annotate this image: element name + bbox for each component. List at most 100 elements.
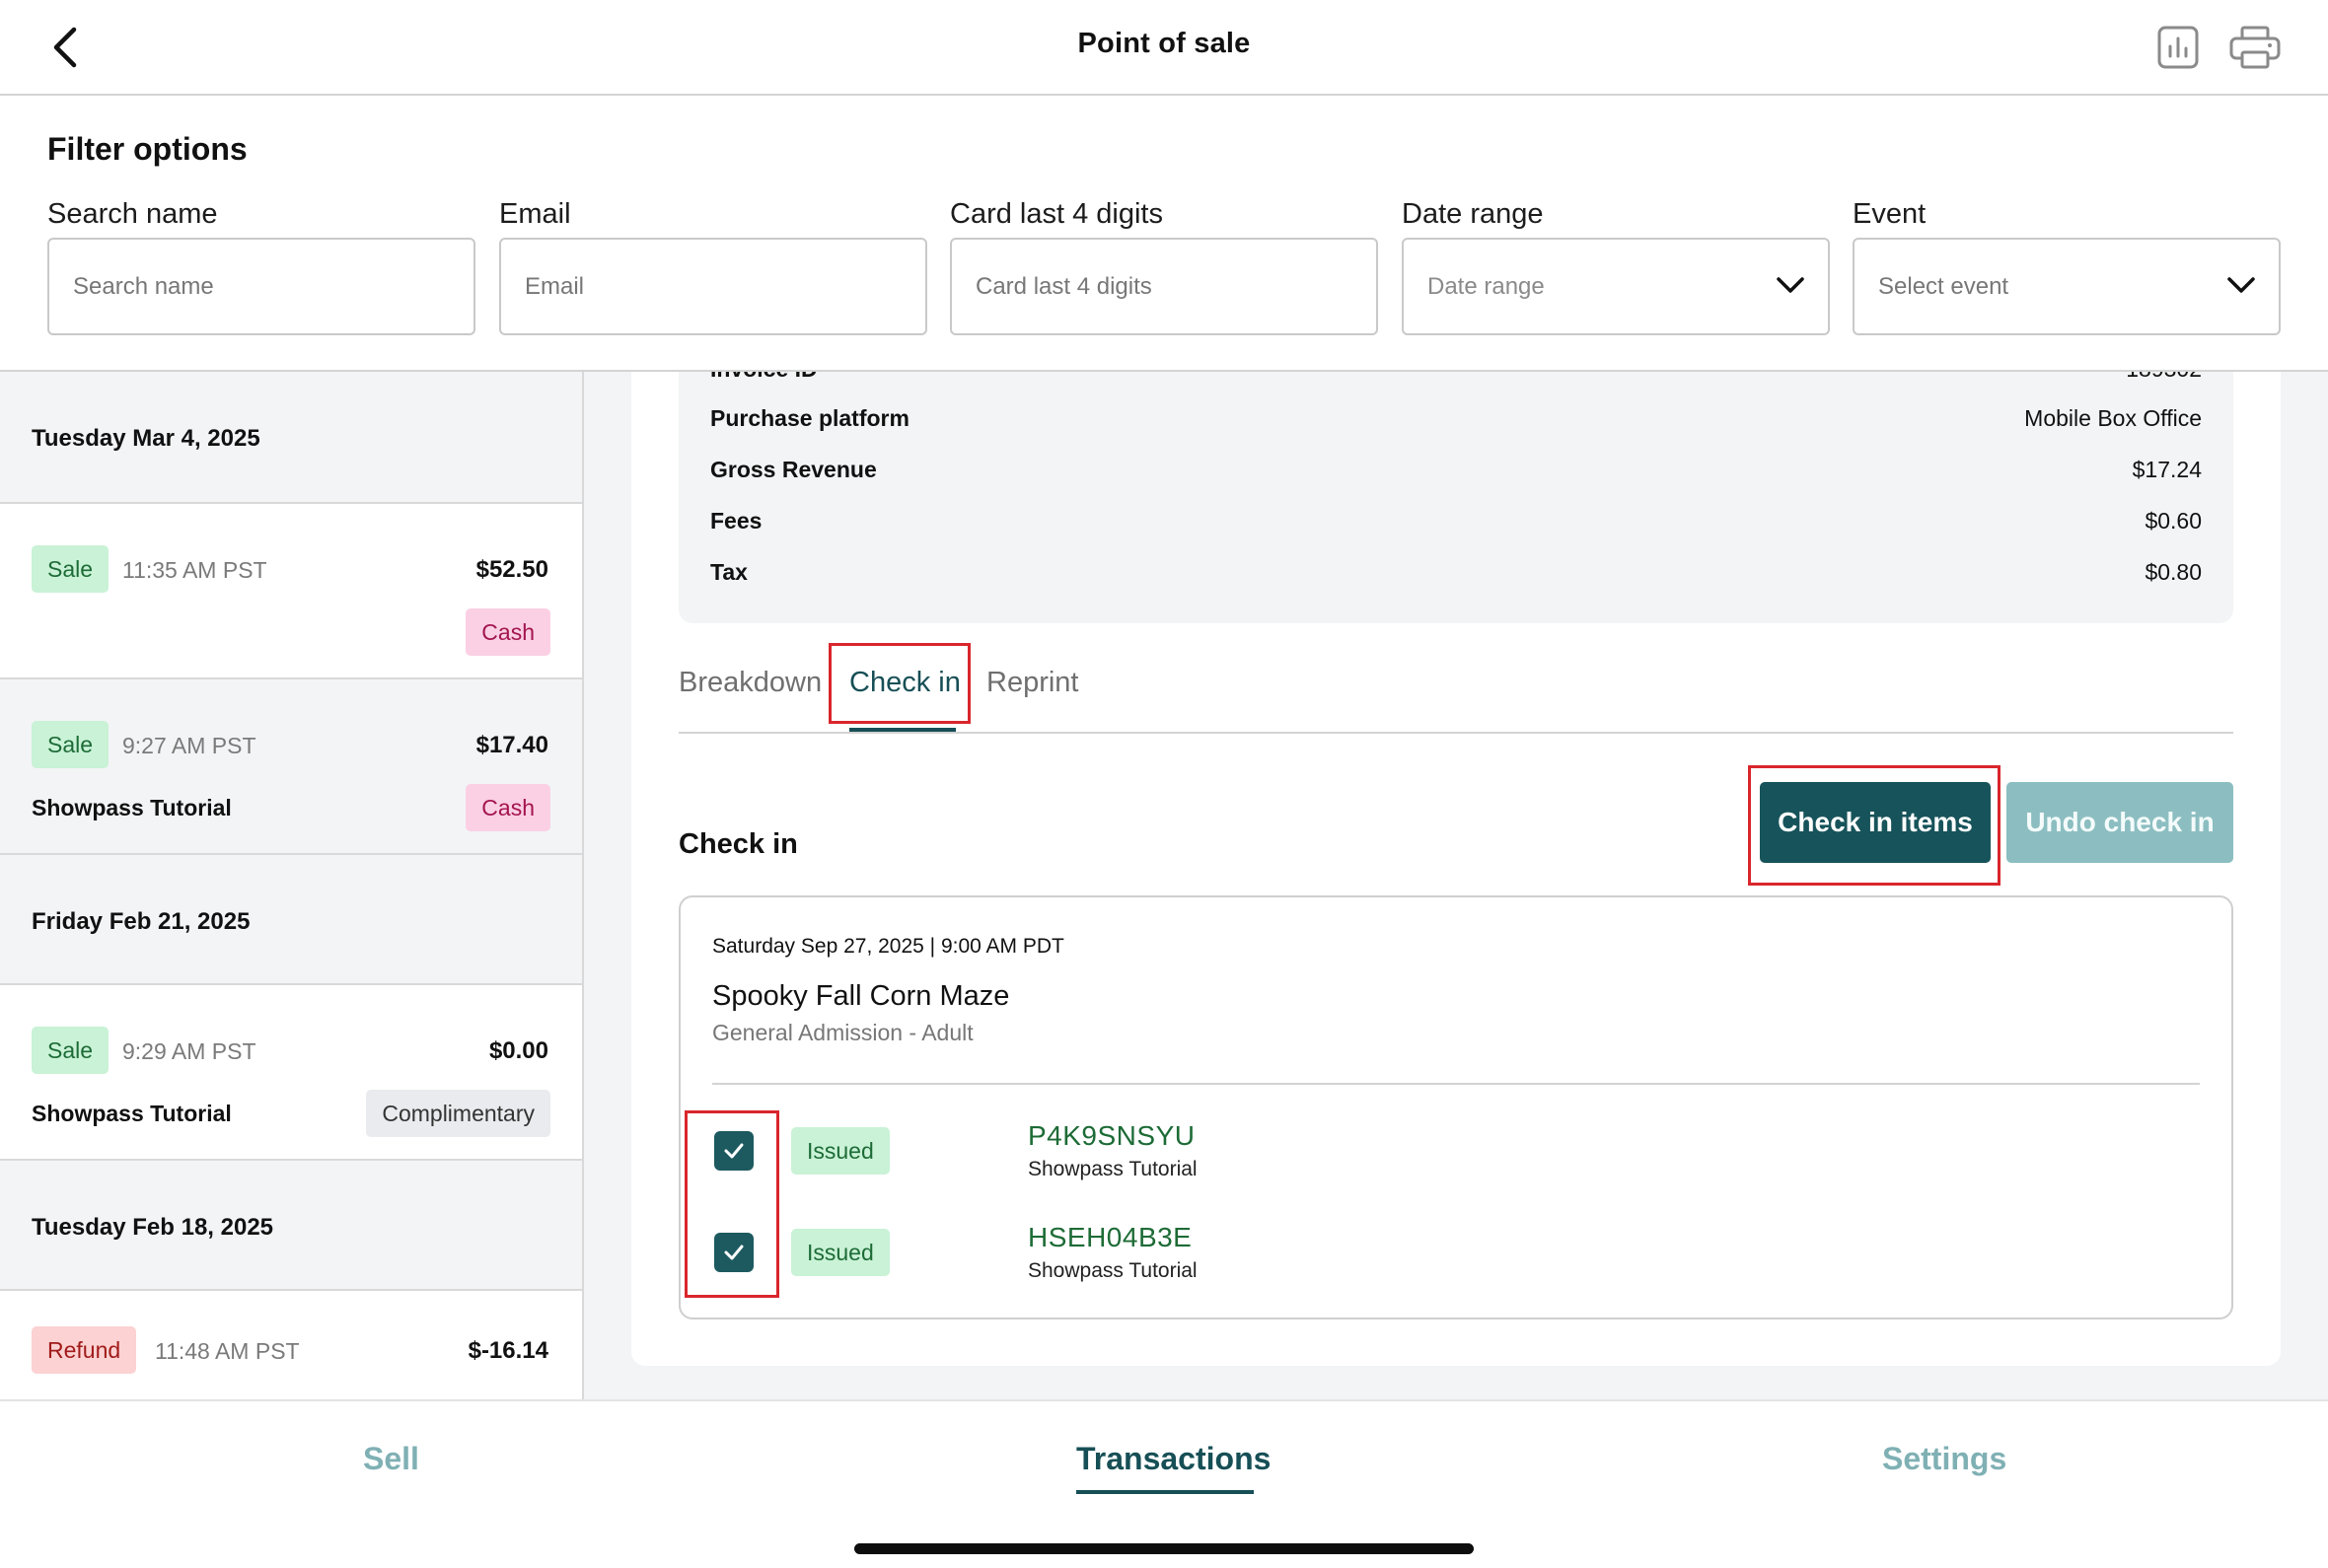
invoice-label: Invoice ID (710, 372, 818, 383)
transaction-summary: Invoice ID 189302 Purchase platform Mobi… (679, 372, 2233, 623)
filter-panel: Filter options Search name Email Card la… (0, 96, 2328, 372)
gross-revenue-row: Gross Revenue $17.24 (710, 457, 2202, 492)
date-group-header: Friday Feb 21, 2025 (0, 855, 582, 985)
status-badge: Issued (791, 1229, 890, 1276)
transaction-amount: $0.00 (488, 1037, 548, 1064)
fees-row: Fees $0.60 (710, 508, 2202, 543)
tax-row: Tax $0.80 (710, 559, 2202, 595)
transaction-row[interactable]: Sale 11:35 AM PST $52.50 Cash (0, 504, 582, 679)
payment-method-badge: Complimentary (366, 1090, 550, 1137)
invoice-value: 189302 (2126, 372, 2202, 383)
detail-tabs: Breakdown Check in Reprint (679, 641, 2233, 734)
bottom-navigation: Sell Transactions Settings (0, 1399, 2328, 1568)
email-label: Email (499, 198, 571, 230)
ticket-code: HSEH04B3E (1028, 1222, 1193, 1252)
check-in-items-button[interactable]: Check in items (1760, 782, 1991, 863)
payment-method-badge: Cash (466, 608, 550, 656)
event-placeholder: Select event (1878, 272, 2009, 300)
divider (712, 1083, 2200, 1085)
status-badge: Issued (791, 1127, 890, 1175)
transaction-event: Showpass Tutorial (32, 1101, 232, 1126)
card-digits-box[interactable] (950, 238, 1378, 335)
print-button[interactable] (2227, 20, 2283, 75)
transaction-amount: $52.50 (475, 556, 548, 583)
event-label: Event (1853, 198, 1927, 230)
email-box[interactable] (499, 238, 927, 335)
event-name: Spooky Fall Corn Maze (712, 980, 1010, 1012)
event-select[interactable]: Select event (1853, 238, 2281, 335)
platform-row: Purchase platform Mobile Box Office (710, 405, 2202, 441)
fees-label: Fees (710, 508, 763, 534)
date-group-label: Tuesday Feb 18, 2025 (32, 1214, 274, 1241)
search-name-field: Search name (47, 194, 475, 335)
ticket-checkbox[interactable] (714, 1233, 754, 1272)
event-date: Saturday Sep 27, 2025 | 9:00 AM PDT (712, 935, 1064, 958)
nav-transactions[interactable]: Transactions (1076, 1441, 1271, 1477)
active-nav-indicator (1076, 1490, 1254, 1494)
active-tab-indicator (849, 728, 956, 732)
tab-check-in[interactable]: Check in (849, 667, 961, 699)
reports-button[interactable] (2150, 20, 2206, 75)
transaction-row[interactable]: Refund 11:48 AM PST $-16.14 (0, 1291, 582, 1399)
nav-settings[interactable]: Settings (1882, 1441, 2006, 1477)
filter-title: Filter options (47, 131, 248, 167)
ticket-type: General Admission - Adult (712, 1020, 974, 1045)
tax-value: $0.80 (2145, 559, 2202, 585)
search-name-box[interactable] (47, 238, 475, 335)
tax-label: Tax (710, 559, 748, 585)
refund-badge: Refund (32, 1326, 137, 1374)
transaction-time: 9:27 AM PST (122, 733, 256, 758)
checkmark-icon (724, 1143, 744, 1159)
bar-chart-icon (2157, 26, 2199, 69)
date-range-label: Date range (1402, 198, 1544, 230)
platform-value: Mobile Box Office (2024, 405, 2202, 431)
tab-breakdown[interactable]: Breakdown (679, 667, 822, 699)
chevron-down-icon (2227, 277, 2255, 293)
tab-reprint[interactable]: Reprint (986, 667, 1079, 699)
date-group-label: Tuesday Mar 4, 2025 (32, 425, 260, 452)
transaction-row-selected[interactable]: Sale 9:27 AM PST $17.40 Showpass Tutoria… (0, 679, 582, 855)
home-indicator (854, 1543, 1474, 1554)
check-in-title: Check in (679, 828, 798, 860)
transaction-row[interactable]: Sale 9:29 AM PST $0.00 Showpass Tutorial… (0, 985, 582, 1161)
payment-method-badge: Cash (466, 784, 550, 831)
gross-revenue-value: $17.24 (2132, 457, 2202, 482)
chevron-down-icon (1777, 277, 1804, 293)
transaction-time: 11:48 AM PST (155, 1338, 300, 1364)
transaction-event: Showpass Tutorial (32, 795, 232, 820)
sale-badge: Sale (32, 721, 109, 768)
ticket-event: Showpass Tutorial (1028, 1259, 1198, 1282)
email-field: Email (499, 194, 927, 335)
transaction-time: 11:35 AM PST (122, 557, 267, 583)
card-digits-field: Card last 4 digits (950, 194, 1378, 335)
date-range-placeholder: Date range (1427, 272, 1545, 300)
ticket-event: Showpass Tutorial (1028, 1158, 1198, 1180)
gross-revenue-label: Gross Revenue (710, 457, 877, 482)
transaction-amount: $-16.14 (468, 1337, 548, 1364)
event-field: Event Select event (1853, 194, 2281, 335)
search-name-input[interactable] (73, 272, 450, 301)
ticket-code: P4K9SNSYU (1028, 1120, 1196, 1151)
search-name-label: Search name (47, 198, 218, 230)
date-group-header: Tuesday Mar 4, 2025 (0, 372, 582, 504)
date-range-select[interactable]: Date range (1402, 238, 1830, 335)
transaction-list[interactable]: Tuesday Mar 4, 2025 Sale 11:35 AM PST $5… (0, 372, 584, 1399)
date-range-field: Date range Date range (1402, 194, 1830, 335)
undo-check-in-button[interactable]: Undo check in (2006, 782, 2233, 863)
nav-sell[interactable]: Sell (363, 1441, 419, 1477)
checkmark-icon (724, 1245, 744, 1260)
sale-badge: Sale (32, 545, 109, 593)
date-group-header: Tuesday Feb 18, 2025 (0, 1161, 582, 1291)
card-digits-label: Card last 4 digits (950, 198, 1163, 230)
printer-icon (2229, 26, 2281, 69)
ticket-checkbox[interactable] (714, 1131, 754, 1171)
email-input[interactable] (525, 272, 902, 301)
date-group-label: Friday Feb 21, 2025 (32, 908, 251, 935)
card-digits-input[interactable] (976, 272, 1352, 301)
page-title: Point of sale (1077, 28, 1251, 59)
app-header: Point of sale (0, 0, 2328, 96)
transaction-time: 9:29 AM PST (122, 1038, 256, 1064)
invoice-row: Invoice ID 189302 (710, 372, 2202, 392)
transaction-amount: $17.40 (475, 732, 548, 758)
sale-badge: Sale (32, 1027, 109, 1074)
